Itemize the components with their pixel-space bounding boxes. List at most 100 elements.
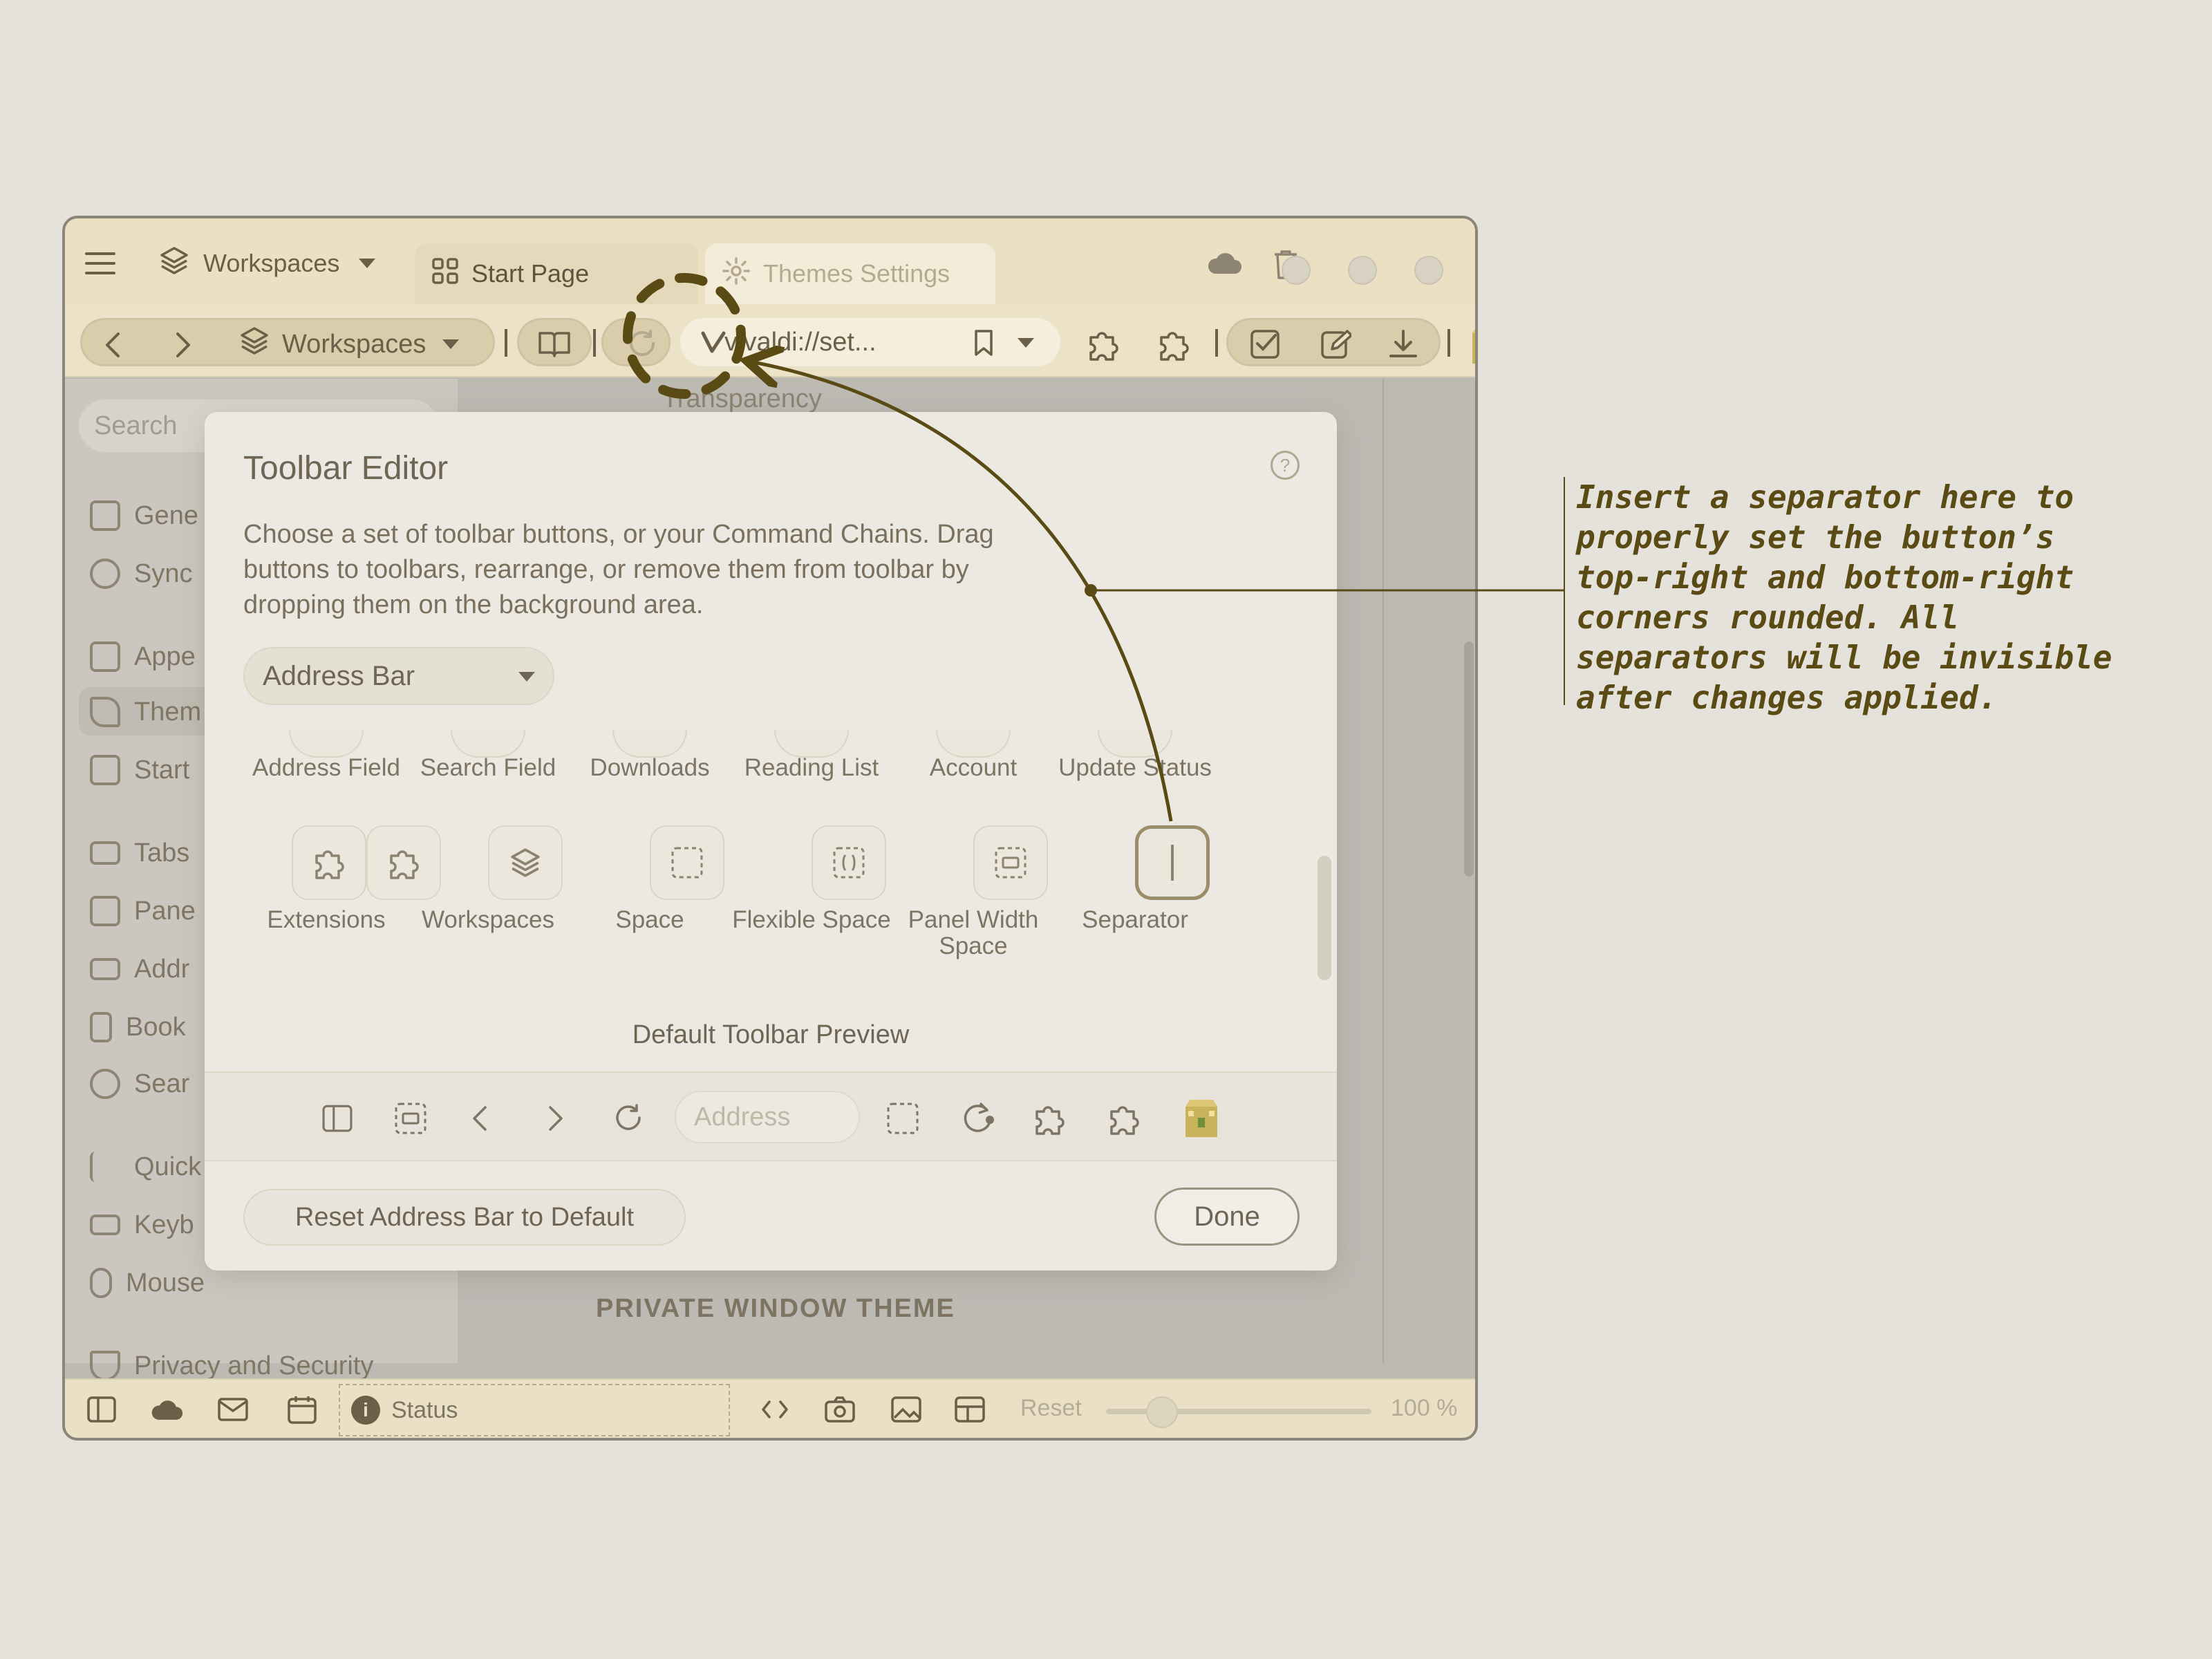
- workspaces-icon[interactable]: [488, 825, 563, 900]
- panel-width-space-icon[interactable]: [973, 825, 1048, 900]
- camera-icon[interactable]: [823, 1392, 857, 1427]
- appearance-icon: [90, 641, 120, 672]
- calendar-icon[interactable]: [285, 1392, 319, 1427]
- download-icon[interactable]: [1384, 325, 1423, 364]
- toolbar-item-update-status[interactable]: Update Status: [1054, 755, 1216, 781]
- zoom-slider-handle[interactable]: [1146, 1396, 1178, 1428]
- space-icon[interactable]: [650, 825, 724, 900]
- chevron-down-icon: [518, 672, 535, 682]
- menu-icon[interactable]: [83, 246, 118, 281]
- toolbar-item-account[interactable]: Account: [892, 755, 1054, 781]
- toolbar-item-workspaces[interactable]: Workspaces: [407, 907, 569, 933]
- forward-button[interactable]: [166, 328, 200, 362]
- toolbar-item-space[interactable]: Space: [569, 907, 731, 933]
- back-button[interactable]: [95, 328, 130, 362]
- transparency-label: Transparency: [662, 384, 822, 413]
- cloud-icon[interactable]: [149, 1392, 184, 1427]
- tile-icon[interactable]: [953, 1392, 987, 1427]
- done-button[interactable]: Done: [1154, 1188, 1300, 1246]
- toolbar-item-panel-width-space[interactable]: Panel Width Space: [892, 907, 1054, 959]
- forward-icon: [536, 1099, 575, 1138]
- separator-item-icon[interactable]: [1135, 825, 1210, 900]
- sidebar-item-mouse[interactable]: Mouse: [90, 1262, 205, 1304]
- sidebar-item-appearance[interactable]: Appe: [90, 636, 196, 677]
- address-field[interactable]: vivaldi://set...: [680, 318, 1060, 366]
- tasks-icon[interactable]: [1246, 325, 1284, 364]
- content-divider: [1382, 379, 1384, 1363]
- maximize-button[interactable]: [1348, 256, 1377, 285]
- toolbar-item-search-field[interactable]: Search Field: [407, 755, 569, 781]
- sidebar-item-address-bar[interactable]: Addr: [90, 948, 189, 990]
- sidebar-item-label: Sear: [134, 1069, 190, 1098]
- flexible-space-icon[interactable]: [812, 825, 886, 900]
- sidebar-item-label: Book: [126, 1012, 186, 1042]
- downloads-item-icon[interactable]: [612, 730, 687, 758]
- notes-icon[interactable]: [1316, 325, 1355, 364]
- close-button[interactable]: [1414, 256, 1443, 285]
- toolbar-item-reading-list[interactable]: Reading List: [731, 755, 892, 781]
- help-icon[interactable]: ?: [1271, 451, 1300, 480]
- toolbar-item-address-field[interactable]: Address Field: [245, 755, 407, 781]
- grid-icon: [431, 257, 459, 291]
- panel-toggle-icon[interactable]: [84, 1392, 119, 1427]
- reading-list-item-icon[interactable]: [774, 730, 849, 758]
- zoom-reset-button[interactable]: Reset: [1020, 1395, 1082, 1422]
- account-item-icon[interactable]: [936, 730, 1011, 758]
- reader-view-icon[interactable]: [535, 325, 574, 364]
- bookmark-icon[interactable]: [973, 329, 994, 364]
- panel-toggle-icon: [318, 1099, 357, 1138]
- dialog-scrollbar[interactable]: [1318, 856, 1331, 980]
- sidebar-item-panel[interactable]: Pane: [90, 890, 196, 932]
- content-scrollbar[interactable]: [1464, 641, 1474, 877]
- toolbar-item-downloads[interactable]: Downloads: [569, 755, 731, 781]
- chevron-down-icon[interactable]: [1018, 338, 1034, 348]
- workspaces-label: Workspaces: [203, 249, 340, 277]
- sidebar-item-sync[interactable]: Sync: [90, 553, 192, 594]
- annotation-text: Insert a separator here to properly set …: [1576, 478, 2112, 716]
- extension-icon[interactable]: [366, 825, 441, 900]
- sidebar-item-search[interactable]: Sear: [90, 1063, 189, 1105]
- tab-themes-settings[interactable]: Themes Settings: [705, 243, 995, 304]
- cloud-icon[interactable]: [1206, 250, 1243, 275]
- sidebar-item-general[interactable]: Gene: [90, 495, 198, 536]
- dialog-title: Toolbar Editor: [243, 450, 449, 487]
- tab-label: Themes Settings: [763, 259, 950, 288]
- workspaces-button[interactable]: Workspaces: [239, 325, 460, 364]
- sidebar-item-start-page[interactable]: Start: [90, 749, 189, 791]
- toolbar-item-flexible-space[interactable]: Flexible Space: [731, 907, 892, 933]
- sidebar-item-label: Sync: [134, 559, 193, 588]
- separator: [1215, 329, 1218, 357]
- toolbar-item-extensions[interactable]: Extensions: [245, 907, 407, 933]
- image-icon[interactable]: [889, 1392, 924, 1427]
- reset-address-bar-button[interactable]: Reset Address Bar to Default: [243, 1189, 686, 1246]
- toolbar-select[interactable]: Address Bar: [243, 647, 554, 705]
- status-bar: i Status Reset 100 %: [65, 1378, 1475, 1438]
- sidebar-item-bookmarks[interactable]: Book: [90, 1006, 186, 1048]
- sidebar-item-label: Appe: [134, 641, 196, 671]
- workspaces-menu[interactable]: Workspaces: [159, 246, 376, 281]
- update-status-item-icon[interactable]: [1098, 730, 1172, 758]
- tabs-icon: [90, 841, 120, 865]
- sidebar-item-label: Start: [134, 755, 190, 785]
- extension-icon[interactable]: [1153, 324, 1194, 365]
- sidebar-item-themes[interactable]: Them: [90, 691, 201, 733]
- minimize-button[interactable]: [1282, 256, 1311, 285]
- extension-icon[interactable]: [292, 825, 366, 900]
- toolbar-editor-dialog: Toolbar Editor ? Choose a set of toolbar…: [205, 412, 1337, 1271]
- code-icon[interactable]: [758, 1392, 792, 1427]
- tab-start-page[interactable]: Start Page: [415, 243, 698, 304]
- search-field-item-icon[interactable]: [451, 730, 525, 758]
- workspaces-icon: [239, 326, 270, 363]
- mail-icon[interactable]: [216, 1392, 250, 1427]
- address-field-item-icon[interactable]: [289, 730, 364, 758]
- sidebar-item-quick-commands[interactable]: Quick: [90, 1146, 201, 1188]
- reload-icon[interactable]: [624, 325, 662, 364]
- sidebar-item-keyboard[interactable]: Keyb: [90, 1204, 194, 1246]
- profile-avatar[interactable]: [1464, 321, 1475, 369]
- general-icon: [90, 500, 120, 531]
- extension-icon[interactable]: [1082, 324, 1124, 365]
- preview-address-field: Address: [675, 1091, 860, 1143]
- toolbar-item-separator[interactable]: Separator: [1054, 907, 1216, 933]
- sidebar-item-tabs[interactable]: Tabs: [90, 832, 189, 874]
- vivaldi-icon: [701, 330, 726, 361]
